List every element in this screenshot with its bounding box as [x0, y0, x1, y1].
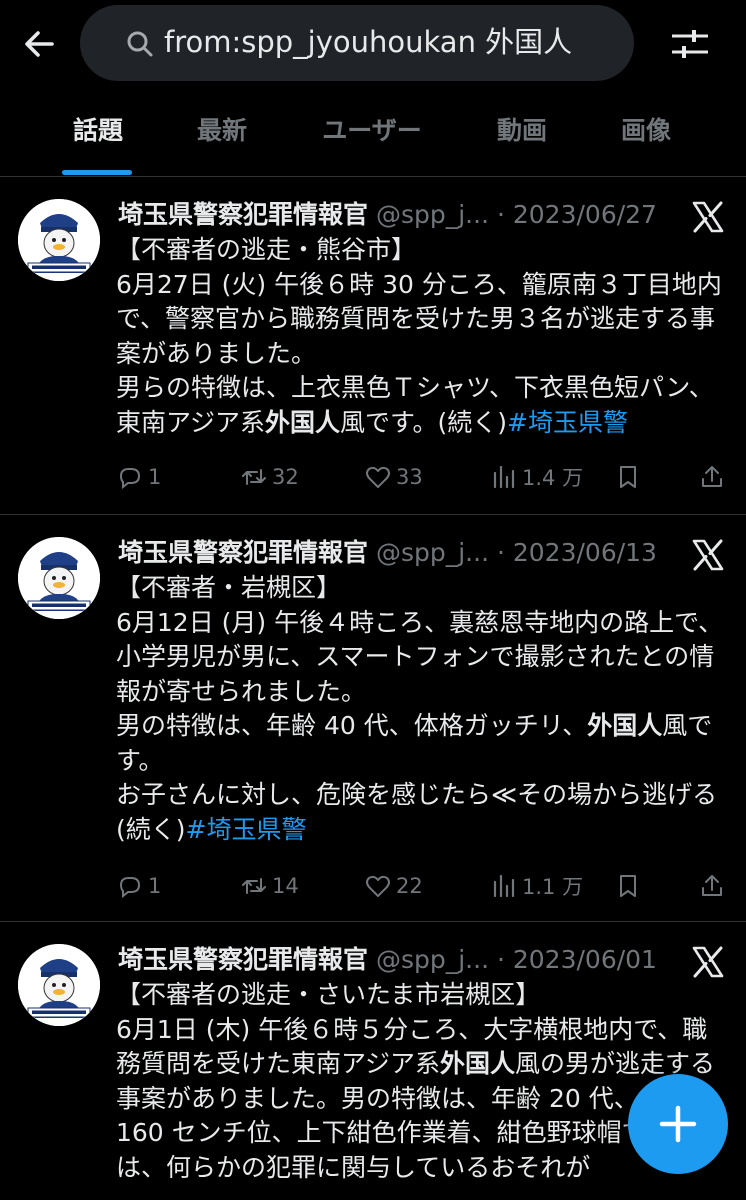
tweet-text-part: 風です。(続く) — [340, 407, 508, 437]
hashtag-link[interactable]: #埼玉県警 — [507, 408, 628, 437]
author-name[interactable]: 埼玉県警察犯罪情報官 — [118, 200, 368, 229]
tweet-actions: 1 32 33 1.4 万 — [0, 457, 746, 497]
search-term-highlight: 外国人 — [440, 1049, 516, 1078]
x-logo-icon — [692, 539, 724, 571]
search-icon — [127, 31, 153, 57]
back-arrow-icon — [25, 31, 54, 57]
views-icon — [493, 874, 515, 898]
tweet-header: 埼玉県警察犯罪情報官 @spp_j... · 2023/06/27 — [118, 195, 688, 235]
retweet-button[interactable]: 14 — [240, 866, 299, 906]
tweet-text: 【不審者の逃走・熊谷市】 6月27日 (火) 午後６時 30 分ころ、籠原南３丁… — [116, 233, 726, 440]
search-term-highlight: 外国人 — [265, 407, 341, 437]
reply-button[interactable]: 1 — [116, 866, 161, 906]
reply-icon — [119, 468, 141, 490]
compose-plus-icon — [659, 1105, 697, 1143]
x-logo-icon — [692, 201, 724, 233]
back-button[interactable] — [18, 22, 62, 66]
like-icon — [366, 466, 390, 488]
retweet-icon — [242, 469, 266, 485]
share-icon — [702, 466, 722, 487]
like-button[interactable]: 33 — [364, 457, 423, 497]
like-button[interactable]: 22 — [364, 866, 423, 906]
tab-people[interactable]: ユーザー — [296, 96, 448, 176]
reply-button[interactable]: 1 — [116, 457, 161, 497]
author-name[interactable]: 埼玉県警察犯罪情報官 — [118, 945, 368, 974]
tab-videos[interactable]: 動画 — [460, 96, 584, 176]
author-handle[interactable]: @spp_j... — [376, 945, 489, 974]
view-count: 1.4 万 — [522, 466, 584, 490]
like-count: 22 — [396, 874, 423, 898]
search-bar[interactable]: from:spp_jyouhoukan 外国人 — [80, 5, 634, 81]
bookmark-button[interactable] — [614, 866, 646, 906]
bookmark-button[interactable] — [614, 457, 646, 497]
x-logo-icon — [692, 946, 724, 978]
police-mascot-avatar-icon — [18, 944, 100, 1026]
retweet-count: 14 — [272, 874, 299, 898]
like-count: 33 — [396, 465, 423, 489]
reply-icon — [119, 877, 141, 899]
share-button[interactable] — [698, 457, 730, 497]
share-icon — [702, 875, 722, 896]
search-term-highlight: 外国人 — [587, 711, 663, 740]
search-filter-button[interactable] — [668, 22, 712, 66]
separator-dot: · — [489, 200, 513, 229]
filter-sliders-icon — [672, 30, 708, 58]
like-icon — [366, 875, 390, 897]
tweet[interactable]: 埼玉県警察犯罪情報官 @spp_j... · 2023/06/27 【不審者の逃… — [0, 177, 746, 515]
police-mascot-avatar-icon — [18, 537, 100, 619]
active-tab-indicator — [62, 170, 132, 175]
views-button[interactable]: 1.1 万 — [490, 866, 583, 906]
retweet-button[interactable]: 32 — [240, 457, 299, 497]
search-tabs: 話題 最新 ユーザー 動画 画像 — [0, 96, 746, 177]
tweet-date[interactable]: 2023/06/01 — [513, 945, 657, 974]
bookmark-icon — [620, 875, 636, 897]
reply-count: 1 — [148, 874, 162, 898]
avatar[interactable] — [18, 944, 100, 1026]
tab-images[interactable]: 画像 — [584, 96, 708, 176]
retweet-count: 32 — [272, 465, 299, 489]
tweet-date[interactable]: 2023/06/27 — [513, 200, 657, 229]
tweet-date[interactable]: 2023/06/13 — [513, 538, 657, 567]
retweet-icon — [242, 878, 266, 894]
view-count: 1.1 万 — [522, 875, 584, 899]
tweet-text: 【不審者・岩槻区】 6月12日 (月) 午後４時ころ、裏慈恩寺地内の路上で、小学… — [116, 571, 726, 847]
views-icon — [493, 465, 515, 489]
tweet-header: 埼玉県警察犯罪情報官 @spp_j... · 2023/06/13 — [118, 533, 688, 573]
compose-button[interactable] — [628, 1074, 728, 1174]
tab-top[interactable]: 話題 — [30, 96, 166, 176]
avatar[interactable] — [18, 537, 100, 619]
bookmark-icon — [620, 466, 636, 488]
tab-latest[interactable]: 最新 — [160, 96, 284, 176]
tweet-actions: 1 14 22 1.1 万 — [0, 866, 746, 906]
separator-dot: · — [489, 945, 513, 974]
reply-count: 1 — [148, 465, 162, 489]
search-query[interactable]: from:spp_jyouhoukan 外国人 — [164, 22, 624, 62]
police-mascot-avatar-icon — [18, 199, 100, 281]
tweet-header: 埼玉県警察犯罪情報官 @spp_j... · 2023/06/01 — [118, 940, 688, 980]
search-header: from:spp_jyouhoukan 外国人 話題 最新 ユーザー 動画 画像 — [0, 0, 746, 177]
separator-dot: · — [489, 538, 513, 567]
author-handle[interactable]: @spp_j... — [376, 200, 489, 229]
hashtag-link[interactable]: #埼玉県警 — [186, 815, 307, 844]
share-button[interactable] — [698, 866, 730, 906]
tweet-text-part: 【不審者の逃走・熊谷市】 6月27日 (火) 午後６時 30 分ころ、籠原南３丁… — [116, 235, 722, 437]
author-handle[interactable]: @spp_j... — [376, 538, 489, 567]
avatar[interactable] — [18, 199, 100, 281]
views-button[interactable]: 1.4 万 — [490, 457, 583, 497]
author-name[interactable]: 埼玉県警察犯罪情報官 — [118, 538, 368, 567]
tweet[interactable]: 埼玉県警察犯罪情報官 @spp_j... · 2023/06/13 【不審者・岩… — [0, 515, 746, 922]
